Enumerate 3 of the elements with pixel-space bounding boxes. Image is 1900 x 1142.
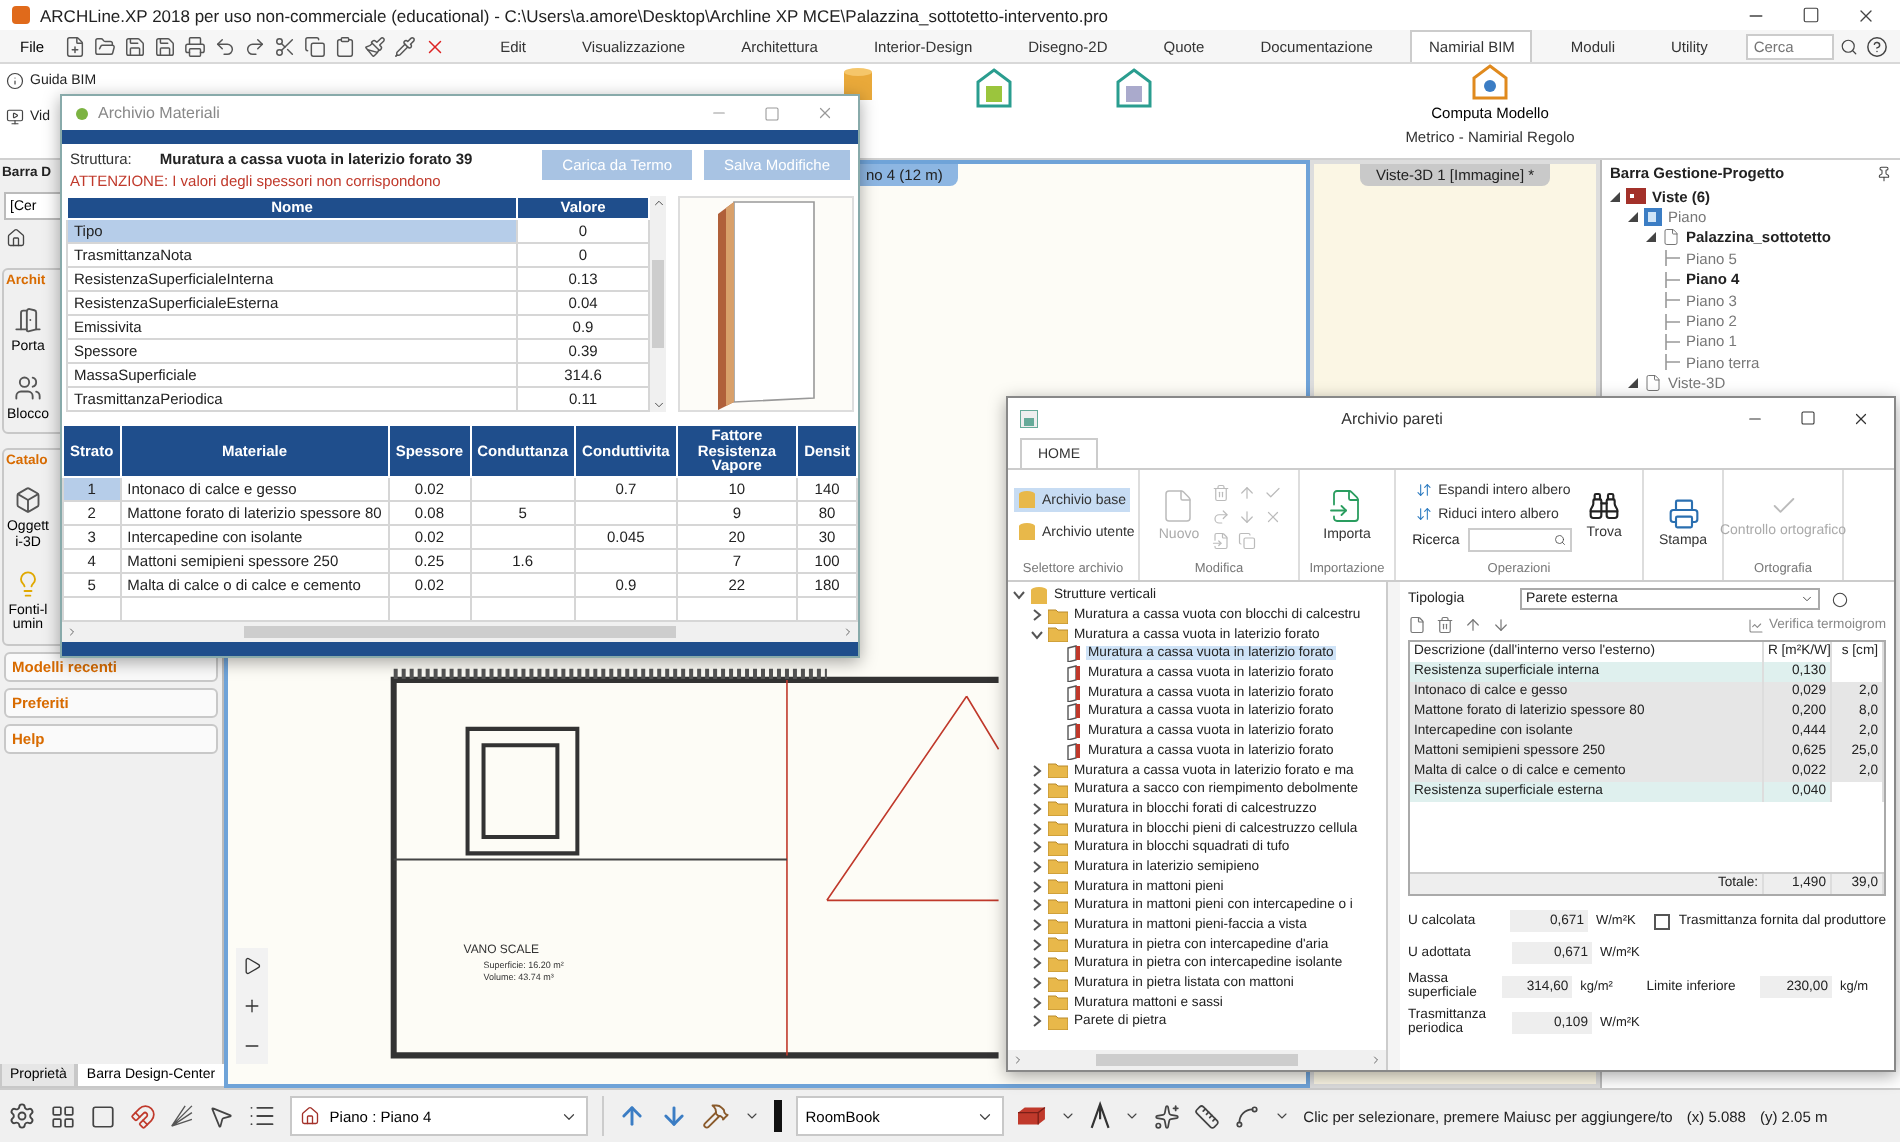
- dialog-title: Archivio Materiali: [98, 104, 222, 122]
- dialog-title: Archivio pareti: [1339, 409, 1445, 427]
- window-title: ARCHLine.XP 2018 per uso non-commerciale (educational) - C:\Users\a.amore\Desktop\Archline XP MCE\Palazzina_sottotetto-intervento.pro: [40, 5, 1111, 25]
